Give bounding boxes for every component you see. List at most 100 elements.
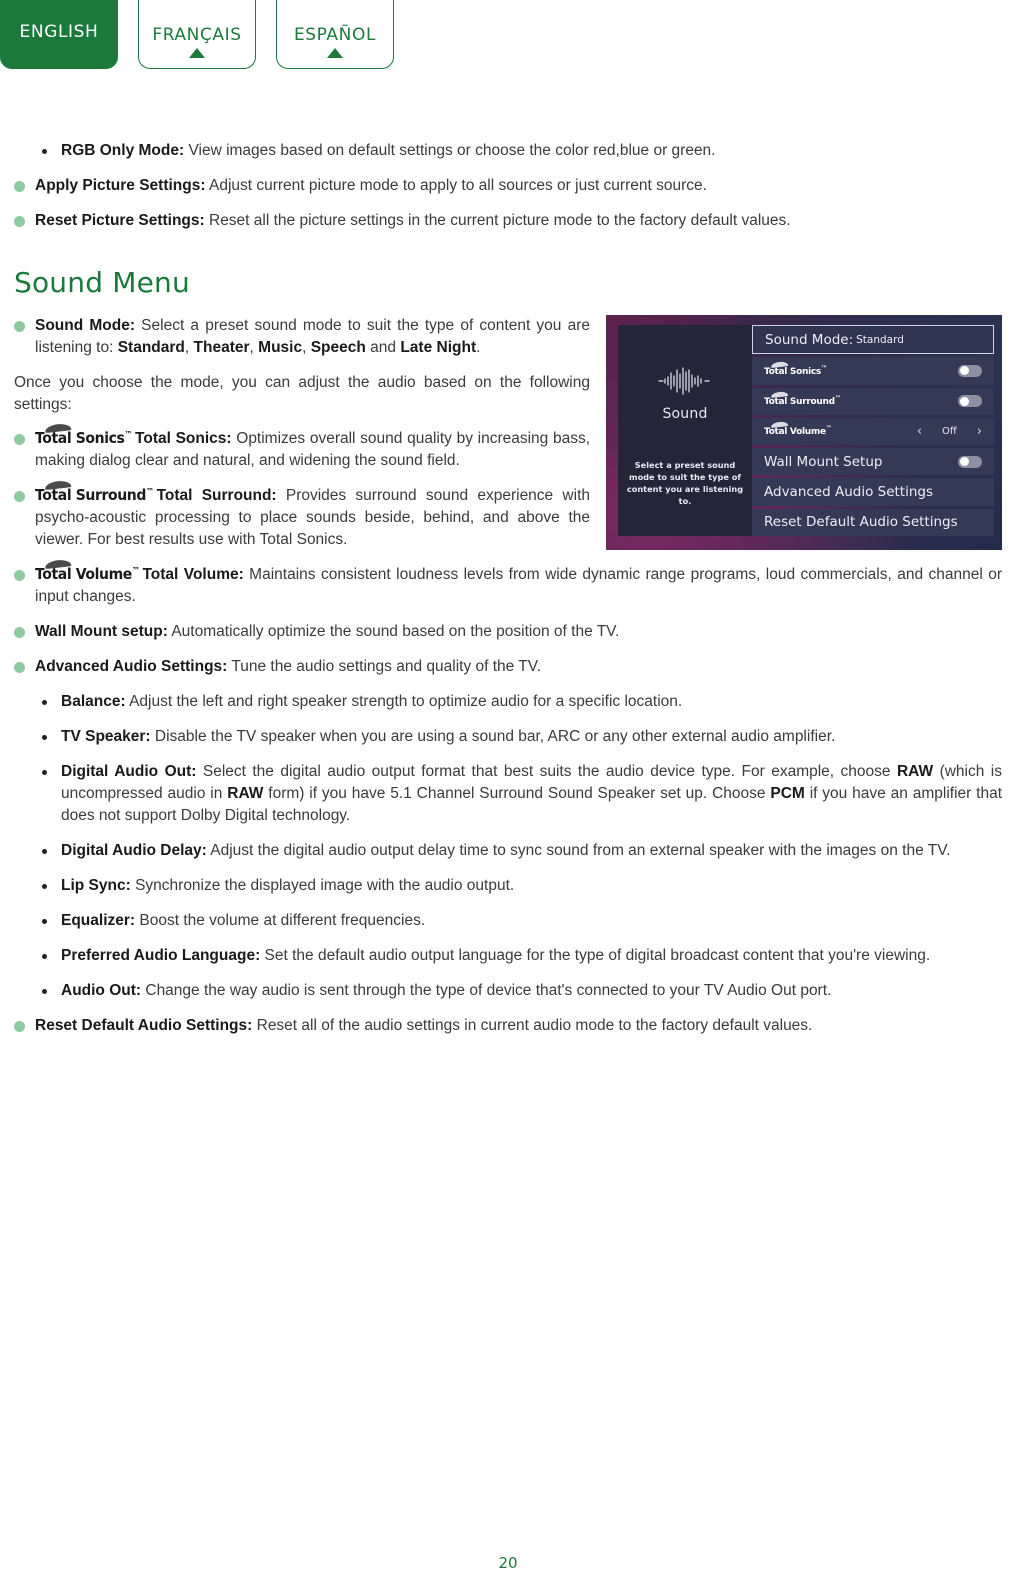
- list-item-desc: Disable the TV speaker when you are usin…: [150, 728, 836, 745]
- list-item-text: Advanced Audio Settings: Tune the audio …: [35, 656, 1002, 678]
- bullet-icon: [42, 700, 47, 705]
- bullet-icon: [14, 570, 25, 581]
- language-tab-english-label: ENGLISH: [19, 22, 99, 42]
- separator: .: [476, 339, 481, 356]
- section-heading: Sound Menu: [14, 266, 190, 299]
- bullet-icon: [42, 735, 47, 740]
- list-item-tv-speaker: TV Speaker: Disable the TV speaker when …: [14, 726, 1002, 748]
- list-item-text: Total Volume™ Total Volume: Maintains con…: [35, 559, 1002, 608]
- list-item-term: Lip Sync:: [61, 877, 131, 894]
- list-item-term: Balance:: [61, 693, 126, 710]
- trademark-mark: ™: [834, 395, 841, 403]
- list-item-lip-sync: Lip Sync: Synchronize the displayed imag…: [14, 875, 1002, 897]
- total-surround-logo: Total Surround™: [764, 391, 841, 407]
- list-item-term: Digital Audio Delay:: [61, 842, 207, 859]
- list-item-equalizer: Equalizer: Boost the volume at different…: [14, 910, 1002, 932]
- manual-page: ENGLISH FRANÇAIS ESPAÑOL RGB Only Mode: …: [0, 0, 1016, 1592]
- list-item-desc: Adjust the left and right speaker streng…: [125, 693, 683, 710]
- list-item-digital-audio-delay: Digital Audio Delay: Adjust the digital …: [14, 840, 1002, 862]
- menu-row-total-volume[interactable]: Total Volume™ ‹ Off ›: [752, 417, 994, 446]
- list-item-desc: Select the digital audio output format t…: [61, 763, 1003, 824]
- list-item-term: Wall Mount setup:: [35, 623, 168, 640]
- list-item-wall-mount-setup: Wall Mount setup: Automatically optimize…: [14, 621, 1002, 643]
- list-item-desc: Set the default audio output language fo…: [260, 947, 931, 964]
- list-item-total-volume: Total Volume™ Total Volume: Maintains con…: [14, 559, 1002, 608]
- toggle-total-sonics[interactable]: [958, 364, 982, 377]
- bullet-icon: [42, 770, 47, 775]
- menu-row-sound-mode[interactable]: Sound Mode: Standard: [752, 325, 994, 355]
- sound-mode-theater: Theater: [193, 339, 250, 356]
- bullet-icon: [14, 321, 25, 332]
- list-item-term: Sound Mode:: [35, 317, 136, 334]
- toggle-wall-mount-setup[interactable]: [958, 455, 982, 468]
- list-item-term: Reset Default Audio Settings:: [35, 1017, 253, 1034]
- menu-row-advanced-audio-settings[interactable]: Advanced Audio Settings: [752, 478, 994, 506]
- list-item: Reset Picture Settings: Reset all the pi…: [14, 210, 1002, 232]
- menu-row-total-surround[interactable]: Total Surround™: [752, 387, 994, 415]
- list-item-total-sonics: Total Sonics™ Total Sonics: Optimizes ove…: [14, 423, 590, 472]
- list-item-balance: Balance: Adjust the left and right speak…: [14, 691, 1002, 713]
- list-item-term: Audio Out:: [61, 982, 142, 999]
- list-item: Apply Picture Settings: Adjust current p…: [14, 175, 1002, 197]
- menu-row-label: Wall Mount Setup: [764, 453, 883, 470]
- tv-menu-list: Sound Mode: Standard Total Sonics™ Total…: [752, 325, 994, 536]
- list-item-text: Total Surround™ Total Surround: Provides …: [35, 480, 590, 551]
- list-item-term: Digital Audio Out:: [61, 763, 197, 780]
- toggle-total-surround[interactable]: [958, 395, 982, 408]
- list-item-sound-mode: Sound Mode: Select a preset sound mode t…: [14, 315, 590, 359]
- list-item-term: Total Volume:: [142, 566, 244, 583]
- total-sonics-logo-text: Total Sonics: [35, 430, 125, 448]
- list-item-term: Total Sonics:: [135, 430, 232, 447]
- bullet-icon: [14, 627, 25, 638]
- toggle-knob: [959, 396, 969, 406]
- list-item-term: Apply Picture Settings:: [35, 177, 206, 194]
- language-tab-espanol[interactable]: ESPAÑOL: [276, 0, 394, 69]
- list-item-reset-default-audio-settings: Reset Default Audio Settings: Reset all …: [14, 1015, 1002, 1037]
- list-item-term: Reset Picture Settings:: [35, 212, 205, 229]
- menu-row-total-sonics[interactable]: Total Sonics™: [752, 357, 994, 385]
- list-item-text: Wall Mount setup: Automatically optimize…: [35, 621, 1002, 643]
- language-tab-francais[interactable]: FRANÇAIS: [138, 0, 256, 69]
- separator: and: [365, 339, 401, 356]
- list-item-desc: Boost the volume at different frequencie…: [135, 912, 426, 929]
- total-volume-stepper[interactable]: ‹ Off ›: [917, 424, 982, 439]
- sound-wave-icon: [658, 367, 710, 395]
- language-tab-bar: ENGLISH FRANÇAIS ESPAÑOL: [0, 0, 394, 69]
- chevron-left-icon[interactable]: ‹: [917, 424, 922, 439]
- chevron-right-icon[interactable]: ›: [977, 424, 982, 439]
- total-sonics-logo: Total Sonics™: [764, 361, 827, 377]
- bullet-icon: [14, 434, 25, 445]
- bullet-icon: [14, 216, 25, 227]
- menu-row-label: Advanced Audio Settings: [764, 484, 934, 501]
- language-tab-english[interactable]: ENGLISH: [0, 0, 118, 69]
- list-item-preferred-audio-language: Preferred Audio Language: Set the defaul…: [14, 945, 1002, 967]
- trademark-mark: ™: [825, 425, 832, 433]
- menu-row-wall-mount-setup[interactable]: Wall Mount Setup: [752, 448, 994, 476]
- list-item-term: TV Speaker:: [61, 728, 151, 745]
- list-item-text: Sound Mode: Select a preset sound mode t…: [35, 315, 590, 359]
- menu-row-label: Reset Default Audio Settings: [764, 514, 958, 531]
- list-item-digital-audio-out: Digital Audio Out: Select the digital au…: [14, 761, 1002, 827]
- list-item-text: Preferred Audio Language: Set the defaul…: [61, 945, 1002, 967]
- list-item-desc: Automatically optimize the sound based o…: [167, 623, 620, 640]
- total-volume-logo: Total Volume™: [35, 559, 140, 587]
- bullet-icon: [14, 662, 25, 673]
- menu-row-reset-default-audio-settings[interactable]: Reset Default Audio Settings: [752, 508, 994, 536]
- list-item-text: Lip Sync: Synchronize the displayed imag…: [61, 875, 1002, 897]
- list-item-term: Total Surround:: [156, 487, 277, 504]
- list-item-text: RGB Only Mode: View images based on defa…: [61, 140, 1002, 162]
- list-item-desc: Adjust current picture mode to apply to …: [205, 177, 707, 194]
- separator: ,: [184, 339, 194, 356]
- total-surround-logo: Total Surround™: [35, 480, 154, 508]
- list-item-text: Reset Picture Settings: Reset all the pi…: [35, 210, 1002, 232]
- sound-mode-late-night: Late Night: [400, 339, 477, 356]
- toggle-knob: [959, 366, 969, 376]
- list-item-desc: View images based on default settings or…: [184, 142, 716, 159]
- tv-screen: Sound Select a preset sound mode to suit…: [606, 315, 1002, 550]
- list-item-desc: Change the way audio is sent through the…: [141, 982, 832, 999]
- list-item: RGB Only Mode: View images based on defa…: [14, 140, 1002, 162]
- menu-row-value: Standard: [856, 333, 904, 346]
- bullet-icon: [42, 884, 47, 889]
- list-item-total-surround: Total Surround™ Total Surround: Provides …: [14, 480, 590, 551]
- bullet-icon: [14, 181, 25, 192]
